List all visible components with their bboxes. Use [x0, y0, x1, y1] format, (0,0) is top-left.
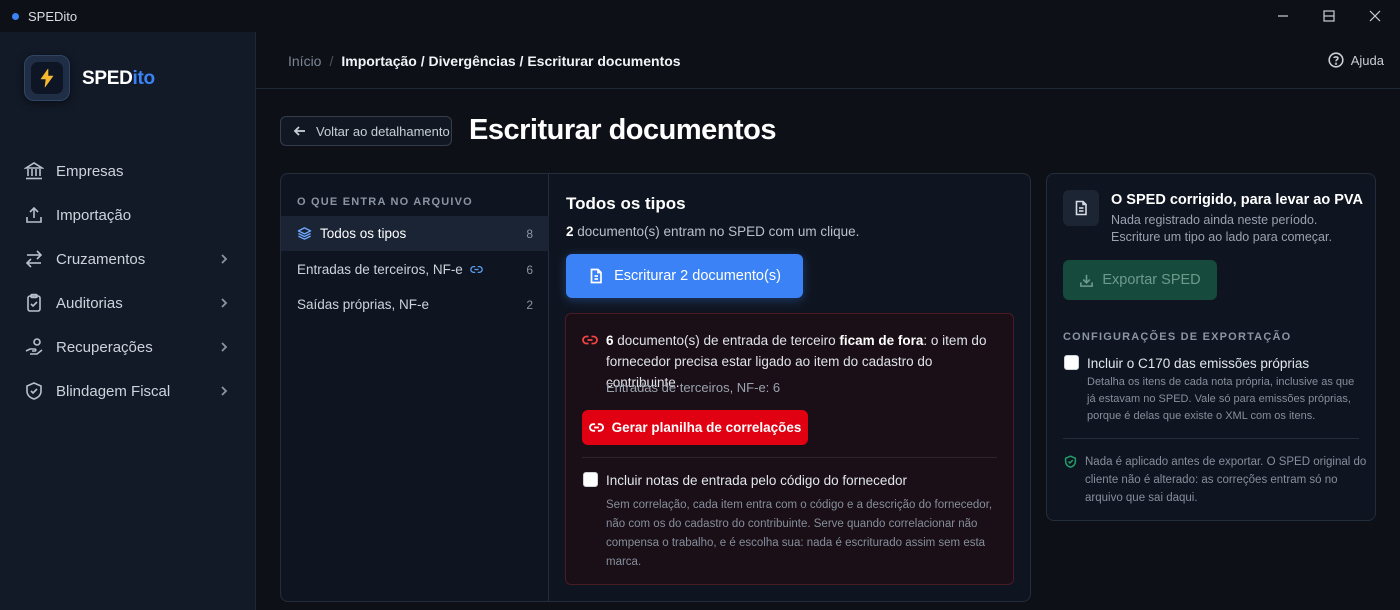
- brand-name: SPEDito: [82, 68, 155, 89]
- hand-coins-icon: [25, 338, 43, 355]
- clipboard-check-icon: [27, 293, 41, 312]
- sidebar-item-label: Empresas: [56, 162, 124, 180]
- c170-checkbox[interactable]: [1064, 355, 1079, 370]
- close-icon[interactable]: [1352, 0, 1398, 32]
- breadcrumb-current: Importação / Divergências / Escriturar d…: [341, 53, 681, 69]
- link-icon: [588, 423, 604, 432]
- lightning-icon: [40, 68, 54, 88]
- escriturar-button[interactable]: Escriturar 2 documento(s): [566, 254, 803, 298]
- arrow-left-icon: [293, 126, 305, 136]
- chevron-right-icon: [221, 298, 228, 308]
- type-list: O QUE ENTRA NO ARQUIVO Todos os tipos 8 …: [281, 174, 549, 601]
- minimize-control[interactable]: [1260, 0, 1306, 32]
- content-subtitle: 2 documento(s) entram no SPED com um cli…: [566, 224, 860, 239]
- export-sped-label: Exportar SPED: [1102, 272, 1201, 288]
- content-title: Todos os tipos: [566, 194, 686, 213]
- shield-check-icon: [1064, 455, 1077, 468]
- divider: [582, 457, 997, 458]
- type-item-label: Todos os tipos: [320, 226, 407, 241]
- breadcrumb: Início / Importação / Divergências / Esc…: [288, 53, 681, 69]
- link-icon: [582, 335, 598, 345]
- sidebar-item-blindagem-fiscal[interactable]: Blindagem Fiscal: [24, 378, 234, 404]
- sidebar-item-label: Importação: [56, 206, 132, 224]
- chevron-right-icon: [221, 386, 228, 396]
- back-button-label: Voltar ao detalhamento: [316, 123, 450, 139]
- export-panel-subtitle: Nada registrado ainda neste período. Esc…: [1111, 213, 1332, 244]
- export-sped-button[interactable]: Exportar SPED: [1063, 260, 1217, 300]
- page-title: Escriturar documentos: [469, 114, 776, 146]
- type-list-heading: O QUE ENTRA NO ARQUIVO: [297, 196, 473, 208]
- export-note: Nada é aplicado antes de exportar. O SPE…: [1085, 456, 1367, 504]
- type-item-todos[interactable]: Todos os tipos 8: [281, 216, 549, 251]
- fornecedor-checkbox[interactable]: [583, 472, 598, 487]
- export-panel-title: O SPED corrigido, para levar ao PVA: [1111, 192, 1363, 208]
- sidebar-item-empresas[interactable]: Empresas: [24, 158, 234, 184]
- sidebar-item-auditorias[interactable]: Auditorias: [24, 290, 234, 316]
- sidebar-item-recuperacoes[interactable]: Recuperações: [24, 334, 234, 360]
- warning-subtext: Entradas de terceiros, NF-e: 6: [606, 380, 781, 395]
- header: Início / Importação / Divergências / Esc…: [256, 32, 1400, 89]
- sidebar-item-cruzamentos[interactable]: Cruzamentos: [24, 246, 234, 272]
- escriturar-button-label: Escriturar 2 documento(s): [614, 268, 781, 284]
- type-item-label: Entradas de terceiros, NF-e: [297, 262, 463, 277]
- export-settings-heading: CONFIGURAÇÕES DE EXPORTAÇÃO: [1063, 331, 1292, 343]
- help-label: Ajuda: [1350, 52, 1384, 68]
- sidebar: SPEDito Empresas Importação Cruzamentos …: [0, 32, 256, 610]
- type-item-count: 2: [526, 297, 533, 312]
- help-button[interactable]: Ajuda: [1328, 52, 1384, 68]
- type-item-count: 6: [526, 262, 533, 277]
- fornecedor-checkbox-label[interactable]: Incluir notas de entrada pelo código do …: [606, 473, 907, 488]
- back-button[interactable]: Voltar ao detalhamento: [280, 116, 452, 146]
- file-icon: [590, 268, 602, 284]
- fornecedor-checkbox-description: Sem correlação, cada item entra com o có…: [606, 499, 993, 568]
- breadcrumb-separator: /: [329, 53, 334, 69]
- breadcrumb-home[interactable]: Início: [288, 53, 321, 69]
- title-bar: SPEDito: [0, 0, 1400, 32]
- sidebar-item-importacao[interactable]: Importação: [24, 202, 234, 228]
- type-item-count: 8: [526, 226, 533, 241]
- arrows-swap-icon: [25, 250, 43, 268]
- divider: [1063, 438, 1359, 439]
- gerar-planilha-button[interactable]: Gerar planilha de correlações: [582, 410, 808, 445]
- type-item-saidas[interactable]: Saídas próprias, NF-e 2: [281, 287, 549, 322]
- type-content: Todos os tipos 2 documento(s) entram no …: [566, 194, 1016, 298]
- sidebar-item-label: Cruzamentos: [56, 250, 146, 268]
- chevron-right-icon: [221, 342, 228, 352]
- logo: [24, 55, 70, 101]
- upload-icon: [26, 206, 42, 223]
- type-item-label: Saídas próprias, NF-e: [297, 297, 430, 312]
- shield-check-icon: [26, 382, 42, 400]
- download-icon: [1080, 274, 1094, 287]
- gerar-planilha-label: Gerar planilha de correlações: [611, 420, 802, 435]
- window-title: SPEDito: [28, 8, 78, 24]
- export-panel: O SPED corrigido, para levar ao PVA Nada…: [1046, 173, 1376, 521]
- sidebar-item-label: Auditorias: [56, 294, 123, 312]
- chevron-right-icon: [221, 254, 228, 264]
- warning-box: 6 documento(s) de entrada de terceiro fi…: [565, 313, 1014, 585]
- c170-checkbox-description: Detalha os itens de cada nota própria, i…: [1087, 376, 1355, 422]
- c170-checkbox-label[interactable]: Incluir o C170 das emissões próprias: [1087, 356, 1309, 371]
- sidebar-item-label: Blindagem Fiscal: [56, 382, 171, 400]
- link-icon: [470, 266, 483, 273]
- layers-icon: [297, 227, 312, 240]
- sidebar-item-label: Recuperações: [56, 338, 153, 356]
- app-dot-icon: [12, 12, 19, 20]
- maximize-control[interactable]: [1306, 0, 1352, 32]
- document-icon: [1063, 190, 1099, 226]
- bank-icon: [24, 162, 44, 180]
- type-item-entradas[interactable]: Entradas de terceiros, NF-e 6: [281, 252, 549, 287]
- help-circle-icon: [1328, 52, 1344, 68]
